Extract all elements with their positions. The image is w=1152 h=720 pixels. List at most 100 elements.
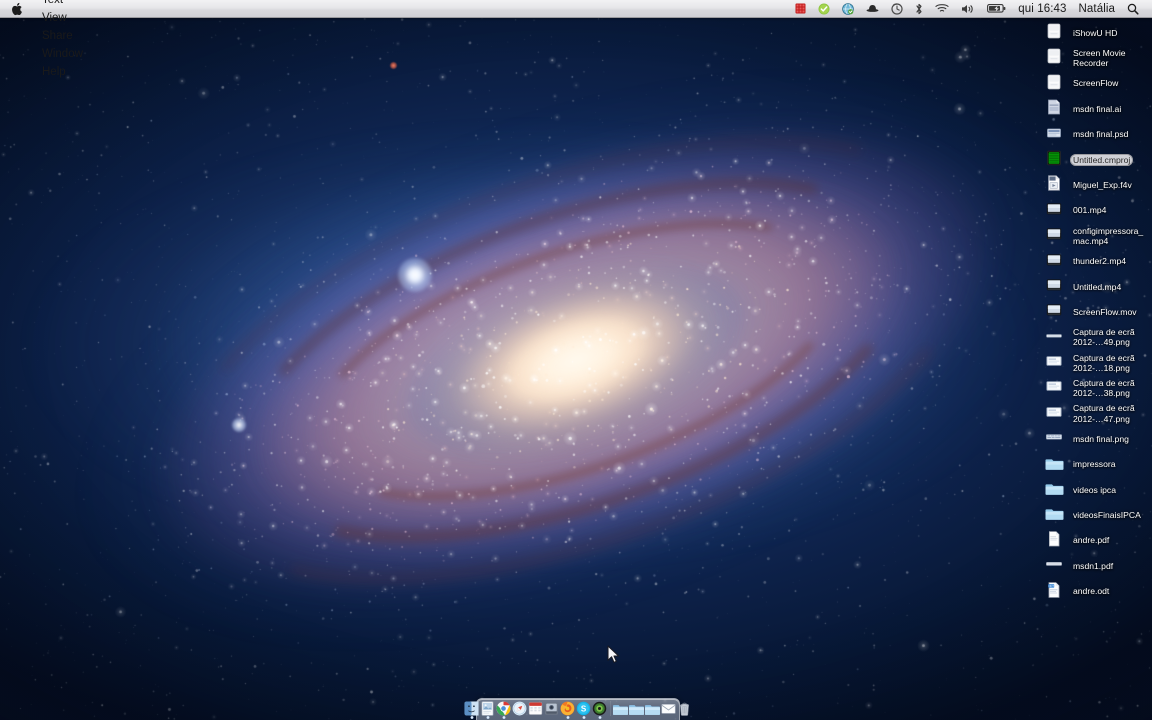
desktop-icon-label: ScreenFlow bbox=[1073, 78, 1119, 89]
movie-icon bbox=[1044, 300, 1064, 320]
desktop-icon-videosfinaisipca[interactable]: videosFinaisIPCA bbox=[1034, 502, 1152, 527]
running-indicator-dot bbox=[470, 716, 473, 719]
wifi-airport-icon[interactable] bbox=[929, 0, 955, 18]
desktop-icon-thunder2-mp4[interactable]: thunder2.mp4 bbox=[1034, 249, 1152, 274]
desktop-icon-msdn-final-ai[interactable]: msdn final.ai bbox=[1034, 96, 1152, 121]
illustrator-icon bbox=[1044, 97, 1064, 117]
menu-help[interactable]: Help bbox=[33, 63, 104, 81]
menu-bar: Camtasia 2FileEditTextViewShareWindowHel… bbox=[0, 0, 1152, 78]
desktop-icon-msdn1-pdf[interactable]: msdn1.pdf bbox=[1034, 553, 1152, 578]
screenshot-icon bbox=[1044, 402, 1064, 422]
menu-view[interactable]: View bbox=[33, 9, 104, 27]
dropbox-check-icon[interactable] bbox=[812, 0, 836, 18]
time-machine-clock-icon[interactable] bbox=[885, 0, 909, 18]
dock-firefox-icon[interactable] bbox=[560, 701, 575, 719]
desktop-icon-label: thunder2.mp4 bbox=[1073, 256, 1127, 267]
dock-preview-icon[interactable] bbox=[480, 701, 495, 719]
desktop-icon-label: ScreenFlow.mov bbox=[1073, 306, 1137, 317]
spotlight-search-icon[interactable] bbox=[1121, 0, 1145, 18]
battery-charging-icon[interactable] bbox=[981, 0, 1012, 18]
running-indicator-dot bbox=[566, 716, 569, 719]
dock[interactable]: S bbox=[464, 698, 689, 720]
screenshot-wide-icon bbox=[1044, 427, 1064, 447]
user-name-text: Natália bbox=[1078, 2, 1115, 15]
movie-icon bbox=[1044, 275, 1064, 295]
bluetooth-icon[interactable] bbox=[909, 0, 929, 18]
desktop-icon-label: Captura de ecrã 2012-…47.png bbox=[1073, 403, 1135, 424]
clock[interactable]: qui 16:43 bbox=[1012, 0, 1072, 18]
desktop-icon-001-mp4[interactable]: 001.mp4 bbox=[1034, 198, 1152, 223]
desktop-icon-label: iShowU HD bbox=[1073, 27, 1118, 38]
user-menu[interactable]: Natália bbox=[1073, 0, 1122, 18]
desktop-icon-label: Untitled.cmproj bbox=[1070, 153, 1134, 166]
menu-window[interactable]: Window bbox=[33, 45, 104, 63]
photoshop-icon bbox=[1044, 123, 1064, 143]
desktop-icon-msdn-final-png[interactable]: msdn final.png bbox=[1034, 426, 1152, 451]
desktop-icon-captura-de-ecr-2012-18-png[interactable]: Captura de ecrã 2012-…18.png bbox=[1034, 350, 1152, 375]
desktop-icon-videos-ipca[interactable]: videos ipca bbox=[1034, 477, 1152, 502]
desktop-icon-label: 001.mp4 bbox=[1073, 205, 1107, 216]
desktop-icon-msdn-final-psd[interactable]: msdn final.psd bbox=[1034, 122, 1152, 147]
folder-icon bbox=[1044, 478, 1064, 498]
desktop-icon-label: configimpressora_mac.mp4 bbox=[1073, 225, 1144, 246]
desktop-icon-screen-movie-recorder[interactable]: Screen Movie Recorder bbox=[1034, 45, 1152, 70]
flashvideo-icon bbox=[1044, 173, 1064, 193]
dock-trash-icon[interactable] bbox=[677, 701, 692, 716]
desktop-icon-andre-pdf[interactable]: andre.pdf bbox=[1034, 528, 1152, 553]
screenshot-dark-icon bbox=[1044, 326, 1064, 346]
desktop-icon-captura-de-ecr-2012-47-png[interactable]: Captura de ecrã 2012-…47.png bbox=[1034, 401, 1152, 426]
desktop-icon-screenflow-mov[interactable]: ScreenFlow.mov bbox=[1034, 299, 1152, 324]
desktop-icon-grid: iShowU HD Screen Movie Recorder ScreenFl… bbox=[1034, 20, 1152, 604]
desktop-icon-label: msdn final.png bbox=[1073, 433, 1129, 444]
bowler-hat-icon[interactable] bbox=[860, 0, 885, 18]
dock-calendar-icon[interactable] bbox=[528, 701, 543, 716]
desktop-icon-captura-de-ecr-2012-49-png[interactable]: Captura de ecrã 2012-…49.png bbox=[1034, 325, 1152, 350]
desktop-icon-captura-de-ecr-2012-38-png[interactable]: Captura de ecrã 2012-…38.png bbox=[1034, 375, 1152, 400]
desktop-icon-configimpressora-mac-mp4[interactable]: configimpressora_mac.mp4 bbox=[1034, 223, 1152, 248]
desktop-screen: Camtasia 2FileEditTextViewShareWindowHel… bbox=[0, 0, 1152, 720]
desktop-icon-screenflow[interactable]: ScreenFlow bbox=[1034, 71, 1152, 96]
desktop-wallpaper[interactable] bbox=[0, 0, 1152, 720]
desktop-icon-untitled-mp4[interactable]: Untitled.mp4 bbox=[1034, 274, 1152, 299]
desktop-icon-untitled-cmproj[interactable]: Untitled.cmproj bbox=[1034, 147, 1152, 172]
disk-icon bbox=[1044, 21, 1064, 41]
pdf-icon bbox=[1044, 529, 1064, 549]
dock-finder-icon[interactable] bbox=[464, 701, 479, 719]
disk-icon bbox=[1044, 72, 1064, 92]
menu-bar-status-area: qui 16:43 Natália bbox=[789, 0, 1152, 18]
desktop-icon-label: Screen Movie Recorder bbox=[1073, 47, 1126, 69]
movie-icon bbox=[1044, 199, 1064, 219]
camtasia-icon bbox=[1044, 148, 1064, 168]
desktop-icon-label: Captura de ecrã 2012-…18.png bbox=[1073, 352, 1135, 373]
movie-icon bbox=[1044, 224, 1064, 244]
desktop-icon-ishowu-hd[interactable]: iShowU HD bbox=[1034, 20, 1152, 45]
dock-mail-stack-icon[interactable] bbox=[661, 701, 676, 716]
dock-documents-stack-icon[interactable] bbox=[629, 701, 644, 716]
dock-safari-icon[interactable] bbox=[512, 701, 527, 716]
screenshot-icon bbox=[1044, 376, 1064, 396]
dock-downloads-stack-icon[interactable] bbox=[613, 701, 628, 716]
dock-files-stack-icon[interactable] bbox=[645, 701, 660, 716]
menu-share[interactable]: Share bbox=[33, 27, 104, 45]
folder-icon bbox=[1044, 453, 1064, 473]
svg-text:S: S bbox=[581, 705, 587, 714]
dock-separator bbox=[609, 701, 611, 716]
dock-photobooth-icon[interactable] bbox=[544, 701, 559, 716]
apple-menu-icon[interactable] bbox=[0, 2, 33, 16]
desktop-icon-label: Captura de ecrã 2012-…38.png bbox=[1073, 377, 1135, 399]
desktop-icon-label: msdn1.pdf bbox=[1073, 560, 1114, 571]
globe-network-icon[interactable] bbox=[836, 0, 860, 18]
desktop-icon-label: andre.pdf bbox=[1073, 535, 1110, 546]
running-indicator-dot bbox=[502, 716, 505, 719]
dock-camtasia-icon[interactable] bbox=[592, 701, 607, 719]
desktop-icon-miguel-exp-f4v[interactable]: Miguel_Exp.f4v bbox=[1034, 172, 1152, 197]
dock-chrome-icon[interactable] bbox=[496, 701, 511, 719]
dock-skype-icon[interactable]: S bbox=[576, 701, 591, 719]
menu-text[interactable]: Text bbox=[33, 0, 104, 9]
disk-icon bbox=[1044, 46, 1064, 66]
desktop-icon-label: Captura de ecrã 2012-…49.png bbox=[1073, 327, 1135, 348]
recording-indicator-icon[interactable] bbox=[789, 0, 812, 18]
desktop-icon-andre-odt[interactable]: ODT andre.odt bbox=[1034, 579, 1152, 604]
desktop-icon-impressora[interactable]: impressora bbox=[1034, 452, 1152, 477]
volume-speaker-icon[interactable] bbox=[955, 0, 981, 18]
